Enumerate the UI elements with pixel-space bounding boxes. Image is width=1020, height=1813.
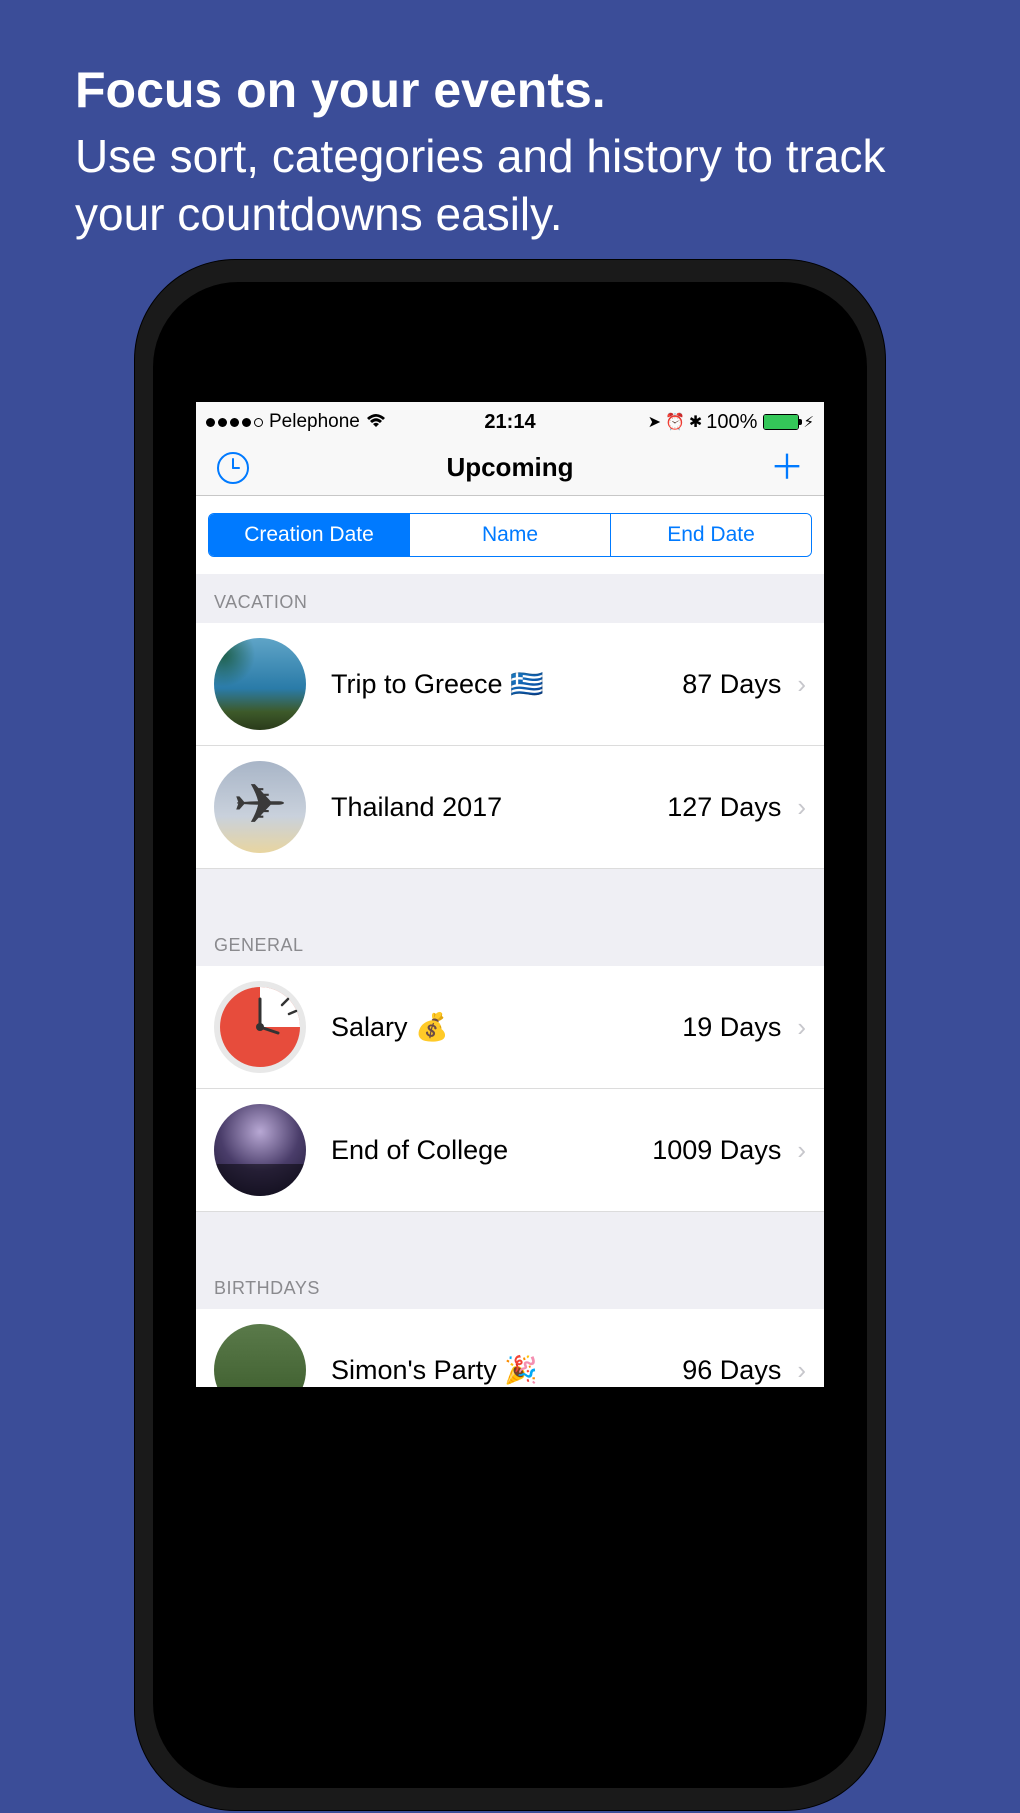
section-header-vacation: VACATION [196,574,824,623]
event-name: End of College [331,1135,652,1166]
wifi-icon [366,411,386,434]
section-header-birthdays: BIRTHDAYS [196,1260,824,1309]
chevron-right-icon: › [797,1355,806,1386]
bluetooth-icon: ✱ [689,412,702,432]
event-thumbnail [214,1324,306,1387]
event-name: Thailand 2017 [331,792,667,823]
charging-icon: ⚡︎ [803,413,814,431]
segment-name[interactable]: Name [410,514,611,556]
phone-frame: Pelephone 21:14 ➤ ⏰ ✱ 100% ⚡︎ [135,260,885,1810]
alarm-icon: ⏰ [665,412,685,432]
sort-segmented-control[interactable]: Creation Date Name End Date [208,513,812,557]
promo-title: Focus on your events. [75,60,945,120]
status-time: 21:14 [484,411,535,434]
event-days: 19 Days [682,1012,781,1043]
event-thumbnail [214,761,306,853]
carrier-label: Pelephone [269,411,360,433]
nav-bar: Upcoming ＋ [196,440,824,496]
event-days: 87 Days [682,669,781,700]
event-days: 1009 Days [652,1135,781,1166]
nav-title: Upcoming [446,452,573,483]
status-right: ➤ ⏰ ✱ 100% ⚡︎ [536,411,814,434]
event-name: Trip to Greece 🇬🇷 [331,668,682,700]
chevron-right-icon: › [797,669,806,700]
signal-icon [206,418,263,427]
event-thumbnail [214,1104,306,1196]
event-thumbnail [214,638,306,730]
event-row[interactable]: Simon's Party 🎉 96 Days › [196,1309,824,1387]
event-row[interactable]: Trip to Greece 🇬🇷 87 Days › [196,623,824,746]
segment-end-date[interactable]: End Date [611,514,811,556]
status-bar: Pelephone 21:14 ➤ ⏰ ✱ 100% ⚡︎ [196,402,824,440]
event-name: Salary 💰 [331,1011,682,1043]
location-icon: ➤ [648,412,661,432]
battery-icon [763,414,799,430]
promo-block: Focus on your events. Use sort, categori… [0,0,1020,243]
event-name: Simon's Party 🎉 [331,1354,682,1386]
promo-subtitle: Use sort, categories and history to trac… [75,128,945,243]
section-gap [196,1212,824,1260]
event-row[interactable]: Salary 💰 19 Days › [196,966,824,1089]
event-row[interactable]: End of College 1009 Days › [196,1089,824,1212]
app-screen: Pelephone 21:14 ➤ ⏰ ✱ 100% ⚡︎ [196,402,824,1387]
event-row[interactable]: Thailand 2017 127 Days › [196,746,824,869]
phone-inner: Pelephone 21:14 ➤ ⏰ ✱ 100% ⚡︎ [153,282,867,1788]
event-days: 96 Days [682,1355,781,1386]
add-button[interactable]: ＋ [770,451,804,485]
history-button[interactable] [216,451,250,485]
chevron-right-icon: › [797,1012,806,1043]
segment-creation-date[interactable]: Creation Date [209,514,410,556]
event-thumbnail [214,981,306,1073]
chevron-right-icon: › [797,1135,806,1166]
chevron-right-icon: › [797,792,806,823]
event-days: 127 Days [667,792,781,823]
battery-percent: 100% [706,411,757,434]
section-header-general: GENERAL [196,917,824,966]
section-gap [196,869,824,917]
status-left: Pelephone [206,411,484,434]
